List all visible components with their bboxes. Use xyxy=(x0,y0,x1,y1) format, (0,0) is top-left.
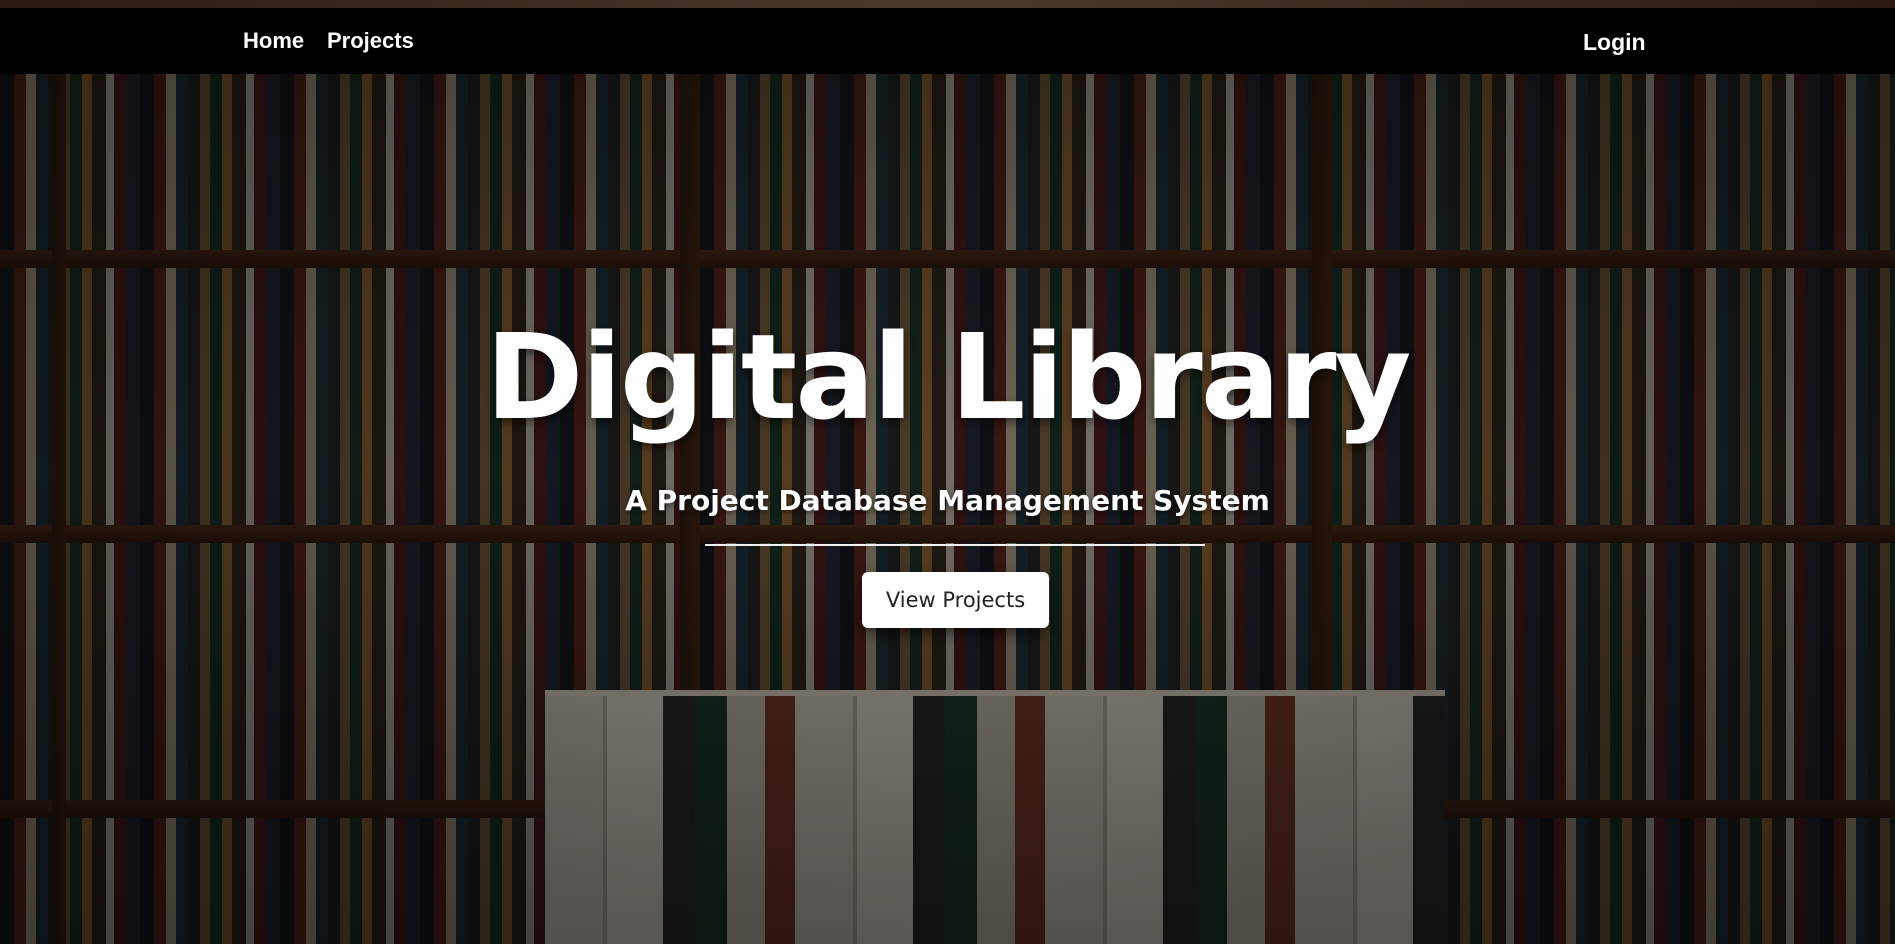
navbar: Home Projects Login xyxy=(0,8,1895,74)
nav-projects-link[interactable]: Projects xyxy=(327,28,414,54)
hero-subtitle: A Project Database Management System xyxy=(625,484,1270,517)
top-strip xyxy=(0,0,1895,8)
nav-home-link[interactable]: Home xyxy=(243,28,304,54)
nav-login-link[interactable]: Login xyxy=(1583,29,1646,56)
view-projects-button[interactable]: View Projects xyxy=(862,572,1049,628)
background-overlay xyxy=(0,0,1895,944)
page: Home Projects Login Digital Library A Pr… xyxy=(0,0,1895,944)
hero-title: Digital Library xyxy=(485,308,1412,446)
hero-divider xyxy=(705,544,1205,546)
